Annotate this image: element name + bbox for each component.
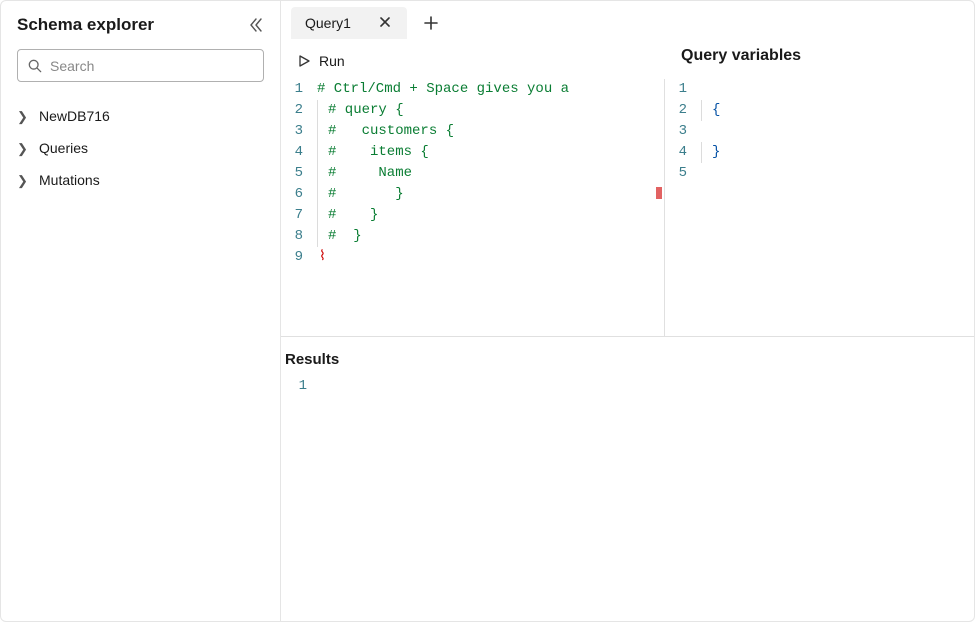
chevron-right-icon: ❯ [17,174,29,187]
new-tab-button[interactable] [423,15,439,31]
tree-item-queries[interactable]: ❯ Queries [17,132,264,164]
search-field-wrap[interactable] [17,49,264,82]
code-line: # Ctrl/Cmd + Space gives you a [317,81,569,97]
code-line: # } [328,228,362,244]
chevron-right-icon: ❯ [17,142,29,155]
tree-item-label: NewDB716 [39,108,110,124]
results-gutter: 1 [285,376,317,397]
error-marker-icon [656,187,662,199]
code-line: # } [328,186,404,202]
tree-item-label: Queries [39,140,88,156]
code-line: # items { [328,144,429,160]
code-line: # customers { [328,123,454,139]
tree-item-mutations[interactable]: ❯ Mutations [17,164,264,196]
search-icon [28,59,42,73]
code-line: # query { [328,102,404,118]
tree-item-label: Mutations [39,172,100,188]
code-line: # Name [328,165,412,181]
query-editor-gutter: 123456789 [287,79,317,268]
code-line: } [712,144,720,160]
close-tab-icon[interactable] [379,16,393,30]
sidebar-header: Schema explorer [17,15,264,35]
results-panel: Results 1 [281,337,974,411]
tab-label: Query1 [305,15,351,31]
collapse-sidebar-icon[interactable] [248,17,264,33]
chevron-right-icon: ❯ [17,110,29,123]
error-squiggle-icon: ⌇ [319,247,326,268]
variables-title: Query variables [665,47,974,79]
sidebar-title: Schema explorer [17,15,154,35]
schema-explorer-sidebar: Schema explorer ❯ NewDB716 ❯ Queries ❯ M… [1,1,281,621]
play-icon [297,54,311,68]
app-root: Schema explorer ❯ NewDB716 ❯ Queries ❯ M… [0,0,975,622]
schema-tree: ❯ NewDB716 ❯ Queries ❯ Mutations [17,100,264,196]
tab-query1[interactable]: Query1 [291,7,407,39]
tree-item-newdb[interactable]: ❯ NewDB716 [17,100,264,132]
run-button-label: Run [319,53,345,69]
query-editor[interactable]: 123456789 # Ctrl/Cmd + Space gives you a… [281,79,664,336]
code-line: # } [328,207,378,223]
code-line: { [712,102,720,118]
results-title: Results [285,351,970,368]
results-editor[interactable]: 1 [285,376,970,397]
variables-gutter: 12345 [671,79,701,184]
variables-lines[interactable]: { } [701,79,974,184]
tab-bar: Query1 [281,1,974,41]
editors-split: 123456789 # Ctrl/Cmd + Space gives you a… [281,79,974,337]
run-button[interactable]: Run [297,53,345,69]
main-area: Query1 Run 123456789 # Ct [281,1,974,621]
variables-editor[interactable]: 12345 { } [665,79,974,184]
query-editor-lines[interactable]: # Ctrl/Cmd + Space gives you a # query {… [317,79,664,268]
search-input[interactable] [50,58,253,74]
variables-panel: Query variables 12345 { } [664,79,974,336]
